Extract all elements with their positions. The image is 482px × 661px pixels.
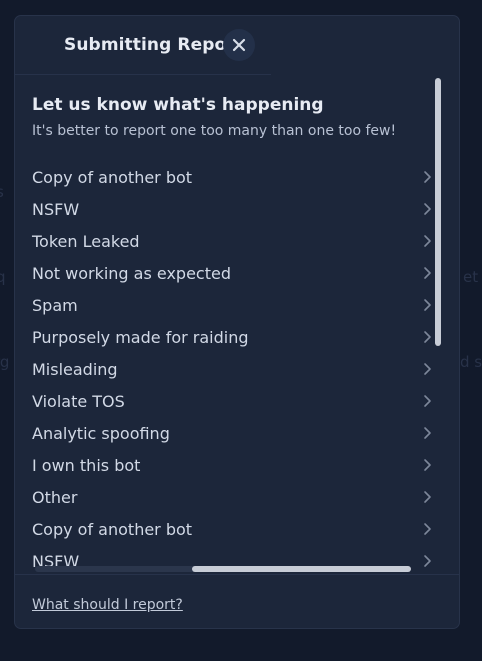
chevron-right-icon <box>424 267 431 279</box>
reason-item[interactable]: Copy of another bot <box>15 161 445 193</box>
chevron-right-icon <box>424 427 431 439</box>
reason-label: Purposely made for raiding <box>32 328 249 347</box>
horizontal-scrollbar[interactable] <box>35 566 411 572</box>
reason-item[interactable]: Not working as expected <box>15 257 445 289</box>
close-icon <box>232 38 246 52</box>
vertical-scrollbar-thumb[interactable] <box>435 78 441 346</box>
modal-header: Submitting Report <box>15 16 271 75</box>
reason-label: Token Leaked <box>32 232 140 251</box>
reason-label: I own this bot <box>32 456 141 475</box>
chevron-right-icon <box>424 523 431 535</box>
chevron-right-icon <box>424 459 431 471</box>
reason-label: Misleading <box>32 360 118 379</box>
chevron-right-icon <box>424 331 431 343</box>
vertical-scrollbar[interactable] <box>435 78 441 568</box>
chevron-right-icon <box>424 491 431 503</box>
reason-label: NSFW <box>32 200 80 219</box>
modal-footer: What should I report? <box>15 574 459 628</box>
reason-item[interactable]: Violate TOS <box>15 385 445 417</box>
chevron-right-icon <box>424 299 431 311</box>
reason-item[interactable]: Misleading <box>15 353 445 385</box>
reason-item[interactable]: Copy of another bot <box>15 513 445 545</box>
reason-item[interactable]: Analytic spoofing <box>15 417 445 449</box>
background-text: s <box>0 183 4 201</box>
reason-item[interactable]: Spam <box>15 289 445 321</box>
chevron-right-icon <box>424 395 431 407</box>
reason-item[interactable]: Purposely made for raiding <box>15 321 445 353</box>
background-text: d s <box>460 353 482 371</box>
what-to-report-link[interactable]: What should I report? <box>32 597 183 613</box>
reason-label: Other <box>32 488 78 507</box>
reason-label: Copy of another bot <box>32 520 193 539</box>
reason-item[interactable]: Other <box>15 481 445 513</box>
report-modal: Submitting Report Let us know what's hap… <box>14 15 460 629</box>
reason-item[interactable]: NSFW <box>15 193 445 225</box>
report-reasons-scroll-area[interactable]: Let us know what's happening It's better… <box>15 75 445 573</box>
reason-list: Copy of another bot NSFW Token Leaked Not w… <box>15 161 445 573</box>
reason-label: Violate TOS <box>32 392 125 411</box>
reason-label: Not working as expected <box>32 264 231 283</box>
reason-label: Spam <box>32 296 78 315</box>
chevron-right-icon <box>424 363 431 375</box>
modal-title: Submitting Report <box>64 35 244 55</box>
reason-label: Analytic spoofing <box>32 424 170 443</box>
intro-subheading: It's better to report one too many than … <box>32 123 397 139</box>
chevron-right-icon <box>424 203 431 215</box>
background-text: et <box>463 268 479 286</box>
background-text: q <box>0 268 6 286</box>
chevron-right-icon <box>424 235 431 247</box>
horizontal-scrollbar-thumb[interactable] <box>192 566 411 572</box>
reason-item[interactable]: I own this bot <box>15 449 445 481</box>
reason-item[interactable]: Token Leaked <box>15 225 445 257</box>
chevron-right-icon <box>424 171 431 183</box>
chevron-right-icon <box>424 555 431 567</box>
background-text: rg <box>0 353 10 371</box>
intro-heading: Let us know what's happening <box>32 95 324 115</box>
reason-label: Copy of another bot <box>32 168 193 187</box>
close-button[interactable] <box>223 29 255 61</box>
